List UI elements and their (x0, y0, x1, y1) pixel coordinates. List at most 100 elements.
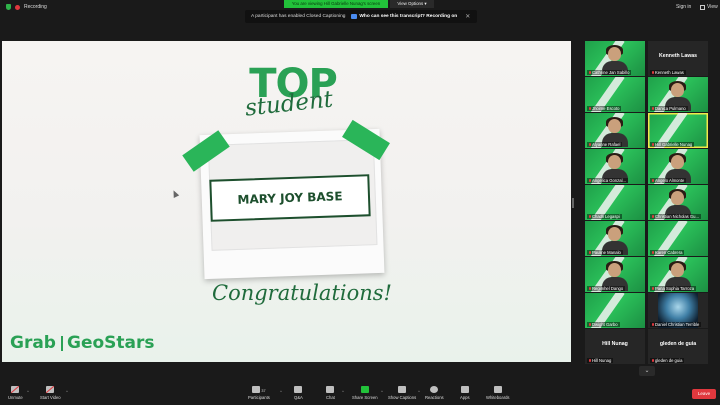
muted-mic-icon (652, 179, 654, 182)
participant-face (671, 155, 684, 169)
participant-name-label: Regimhel Dango (587, 286, 626, 291)
whiteboard-icon (493, 386, 502, 393)
muted-mic-icon (589, 107, 591, 110)
chat-button[interactable]: Chat (326, 386, 335, 400)
whiteboards-button[interactable]: Whiteboards (486, 386, 510, 400)
participant-name-label: Dwight Garbo (587, 322, 620, 327)
recording-indicator[interactable]: Recording (6, 4, 47, 10)
muted-mic-icon (652, 71, 654, 74)
participant-tile[interactable]: Regimhel Dango (585, 257, 645, 292)
qa-button[interactable]: Q&A (294, 386, 303, 400)
muted-mic-icon (589, 71, 591, 74)
apps-button[interactable]: Apps (460, 386, 470, 400)
recording-icon (15, 4, 20, 10)
participant-face (608, 263, 621, 277)
participant-tile[interactable]: Danica Pulmano (648, 77, 708, 112)
recording-label: Recording (24, 4, 47, 10)
participant-face (608, 47, 621, 61)
transcript-question: Who can see this transcript? Recording o… (359, 14, 458, 19)
muted-mic-icon (589, 215, 591, 218)
participant-face (671, 83, 684, 97)
captions-icon (398, 386, 407, 393)
participant-name: Kenneth Lawas (655, 70, 684, 75)
captions-caret-icon[interactable]: ^ (418, 389, 420, 394)
participant-name: Daniel Christian Terrible (655, 322, 700, 327)
participant-tile[interactable]: Pauline Manalo (585, 221, 645, 256)
start-video-button[interactable]: Start Video (40, 386, 61, 400)
participant-name: Angelo Almonte (655, 178, 685, 183)
participant-name-label: Pauline Manalo (587, 250, 623, 255)
participant-name-label: Cathrine Jan Sabillo (587, 70, 632, 75)
muted-mic-icon (589, 179, 591, 182)
participant-name-label: Karen Cabrera (650, 250, 685, 255)
muted-mic-icon (589, 251, 591, 254)
participant-tile[interactable]: Daniel Christian Terrible (648, 293, 708, 328)
show-captions-button[interactable]: Show Captions (388, 386, 416, 400)
participant-tile[interactable]: Pana Sophia Tarroza (648, 257, 708, 292)
participants-count: 37 (261, 388, 266, 393)
whiteboards-label: Whiteboards (486, 395, 510, 400)
chat-label: Chat (326, 395, 335, 400)
qa-label: Q&A (294, 395, 303, 400)
participant-tile[interactable]: Christian Nicholas Gu... (648, 185, 708, 220)
participant-name: Angelica Gonzal... (592, 178, 626, 183)
participant-tile[interactable]: Jhoime Escoto (585, 77, 645, 112)
scroll-down-icon[interactable]: ⌄ (639, 366, 655, 376)
participant-tile[interactable]: Alyanne Rafael (585, 113, 645, 148)
audio-options-caret-icon[interactable]: ^ (27, 389, 29, 394)
show-captions-label: Show Captions (388, 395, 417, 400)
reactions-button[interactable]: Reactions (425, 386, 444, 400)
video-options-caret-icon[interactable]: ^ (66, 389, 68, 394)
participant-face (608, 119, 621, 133)
participant-name: Alyanne Rafael (592, 142, 621, 147)
participants-button[interactable]: 37 Participants (248, 386, 270, 400)
participants-caret-icon[interactable]: ^ (280, 389, 282, 394)
muted-mic-icon (652, 323, 654, 326)
participant-name-label: Pana Sophia Tarroza (650, 286, 697, 291)
participant-name: Christian Nicholas Gu... (655, 214, 699, 219)
reactions-label: Reactions (425, 395, 444, 400)
muted-mic-icon (652, 107, 654, 110)
share-caret-icon[interactable]: ^ (381, 389, 383, 394)
participant-name-label: Angelica Gonzal... (587, 178, 628, 183)
share-screen-icon (360, 386, 369, 393)
brand-separator (60, 335, 63, 351)
close-icon[interactable]: ✕ (465, 13, 470, 20)
participant-name-label: Hill Nunag (587, 358, 614, 363)
participant-tile[interactable]: Chadli Legaspi (585, 185, 645, 220)
muted-mic-icon (652, 251, 654, 254)
participant-face (608, 155, 621, 169)
participant-name: Karen Cabrera (655, 250, 683, 255)
leave-button[interactable]: Leave (692, 389, 716, 399)
participant-name: Regimhel Dango (592, 286, 624, 291)
view-button[interactable]: View (700, 4, 718, 10)
transcript-icon (351, 14, 358, 19)
transcript-visibility-link[interactable]: Who can see this transcript? Recording o… (351, 14, 457, 19)
video-off-icon (46, 386, 55, 393)
view-options-button[interactable]: View Options ▾ (390, 0, 434, 8)
panel-resize-handle[interactable] (572, 198, 574, 208)
participant-tile[interactable]: Kenneth Lawas Kenneth Lawas (648, 41, 708, 76)
unmute-label: Unmute (8, 395, 23, 400)
unmute-button[interactable]: Unmute (8, 386, 23, 400)
chat-caret-icon[interactable]: ^ (342, 389, 344, 394)
participant-name-label: Jhoime Escoto (587, 106, 622, 111)
participant-name: Pauline Manalo (592, 250, 621, 255)
participant-name: Danica Pulmano (655, 106, 686, 111)
participant-tile[interactable]: Dwight Garbo (585, 293, 645, 328)
participant-tile[interactable]: Karen Cabrera (648, 221, 708, 256)
brand-logo: Grab GeoStars (10, 333, 155, 353)
participant-tile[interactable]: Angelo Almonte (648, 149, 708, 184)
captioning-notification: A participant has enabled Closed Caption… (245, 10, 477, 23)
participant-name-label: Daniel Christian Terrible (650, 322, 702, 327)
participant-tile[interactable]: Hill Nunag Hill Nunag (585, 329, 645, 364)
share-screen-button[interactable]: Share Screen (352, 386, 378, 400)
participant-display-name: Hill Nunag (602, 341, 628, 347)
participant-tile[interactable]: gleden de guia gleden de guia (648, 329, 708, 364)
security-shield-icon (6, 4, 11, 10)
participant-tile[interactable]: Cathrine Jan Sabillo (585, 41, 645, 76)
participant-tile[interactable]: Angelica Gonzal... (585, 149, 645, 184)
participant-name-label: Christian Nicholas Gu... (650, 214, 701, 219)
participant-tile[interactable]: Hill Gabrielle Nunag (648, 113, 708, 148)
sign-in-link[interactable]: Sign in (676, 4, 691, 10)
